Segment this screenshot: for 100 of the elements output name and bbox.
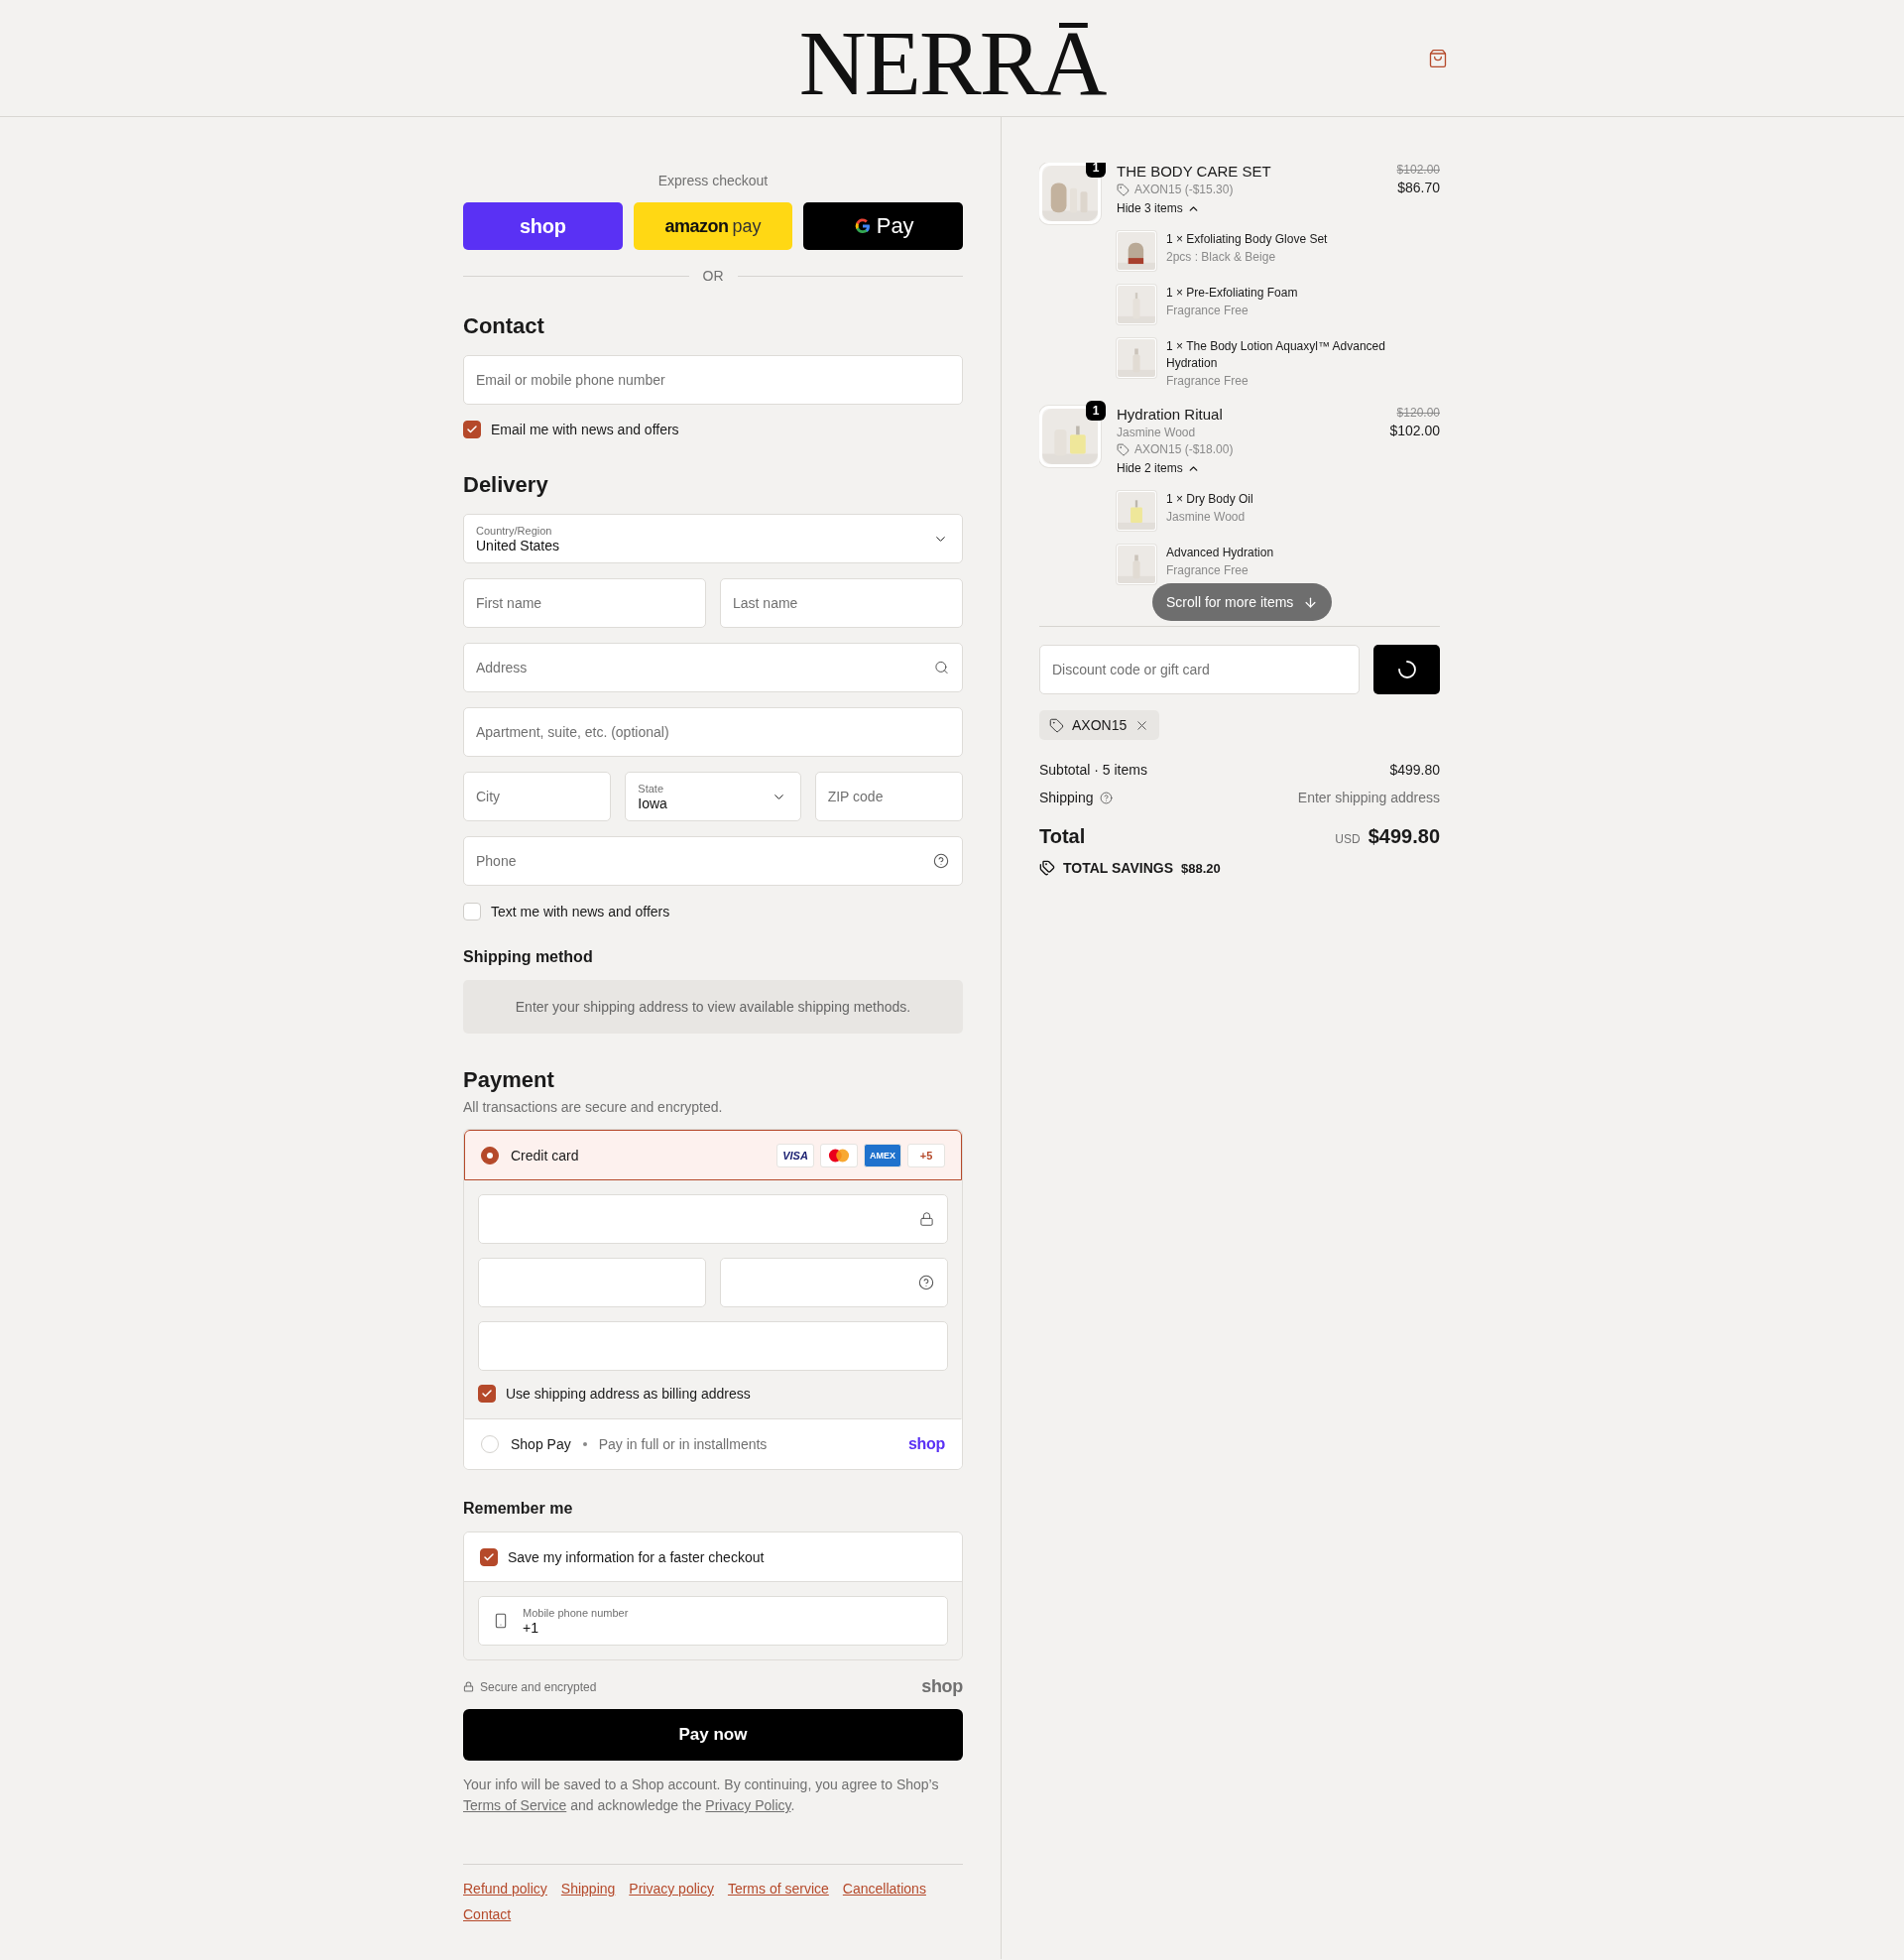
input-field[interactable]: ZIP code <box>814 772 963 821</box>
toggle-items-button[interactable]: Hide 3 items <box>1117 201 1271 215</box>
spinner-icon <box>1396 660 1417 679</box>
bundle-item-name: 1 × Dry Body Oil <box>1166 491 1253 508</box>
field-value: United States <box>476 537 561 553</box>
total-value: $499.80 <box>1368 825 1440 848</box>
product-title: Hydration Ritual <box>1117 406 1224 423</box>
checkbox[interactable] <box>480 1547 498 1566</box>
bundle-item-name: 1 × Exfoliating Body Glove Set <box>1166 231 1328 248</box>
legal-link[interactable]: Terms of Service <box>463 1797 567 1813</box>
toggle-items-button[interactable]: Hide 2 items <box>1117 461 1234 475</box>
input-field[interactable]: City <box>463 772 612 821</box>
summary-value: Enter shipping address <box>1297 790 1440 805</box>
footer-link[interactable]: Contact <box>463 1904 512 1924</box>
shop-logo: shop <box>921 1676 963 1697</box>
help-icon <box>1099 791 1113 804</box>
check-icon <box>483 1550 495 1563</box>
google-pay-button[interactable]: Pay <box>803 202 963 250</box>
price: $102.00 <box>1389 423 1440 438</box>
amazon-pay-button[interactable]: amazon pay <box>633 202 793 250</box>
select-field[interactable]: Country/Region United States <box>463 514 963 563</box>
apply-button[interactable] <box>1373 645 1440 694</box>
footer-link[interactable]: Shipping <box>560 1879 616 1899</box>
tags-icon <box>1039 860 1055 876</box>
quantity-badge: 1 <box>1086 163 1106 178</box>
input-field[interactable]: First name <box>463 578 706 628</box>
cart-button[interactable] <box>1428 48 1448 68</box>
bullet-icon <box>582 1441 587 1446</box>
help-icon <box>918 1275 934 1290</box>
section-label: Express checkout <box>656 173 770 188</box>
amex-badge: AMEX <box>864 1143 901 1167</box>
field-value: Iowa <box>638 795 668 811</box>
savings-value: $88.20 <box>1181 860 1221 876</box>
input-field[interactable]: Discount code or gift card <box>1039 645 1360 694</box>
payment-option-label: Credit card <box>511 1147 579 1164</box>
quantity-badge: 1 <box>1086 401 1106 421</box>
section-heading: Delivery <box>463 472 549 498</box>
radio-button[interactable] <box>481 1146 499 1164</box>
scroll-hint[interactable]: Scroll for more items <box>1152 583 1333 621</box>
mastercard-icon <box>820 1143 858 1167</box>
bundle-item-variant: Fragrance Free <box>1166 562 1250 579</box>
input-field[interactable]: Email or mobile phone number <box>463 355 963 405</box>
secure-label: Secure and encrypted <box>480 1679 597 1694</box>
phone-field[interactable]: Mobile phone number +1 <box>478 1596 948 1646</box>
total-label: Total <box>1039 825 1086 848</box>
input-field[interactable] <box>720 1258 948 1307</box>
help-icon <box>933 853 949 869</box>
savings-label: TOTAL SAVINGS <box>1063 860 1173 876</box>
checkbox-label: Save my information for a faster checkout <box>508 1548 765 1565</box>
legal-text: Your info will be saved to a Shop account. By continuing, you agree to Shop’s Terms of Service and acknowledge the Privacy Policy. <box>463 1776 940 1815</box>
footer-link[interactable]: Refund policy <box>463 1879 547 1899</box>
payment-option-detail: Pay in full or in installments <box>598 1435 768 1452</box>
input-field[interactable]: Apartment, suite, etc. (optional) <box>463 707 963 757</box>
input-field[interactable]: Address <box>463 643 963 692</box>
input-field[interactable]: Last name <box>720 578 963 628</box>
discount-text: AXON15 (-$15.30) <box>1134 183 1234 196</box>
checkbox-label: Use shipping address as billing address <box>506 1386 751 1402</box>
phone-icon <box>493 1613 509 1629</box>
section-heading: Shipping method <box>463 948 594 966</box>
bundle-item-name: 1 × The Body Lotion Aquaxyl™ Advanced Hydration <box>1166 338 1386 372</box>
tag-icon <box>1117 183 1130 196</box>
check-icon <box>466 424 478 435</box>
tag-icon <box>1117 442 1130 456</box>
brand-logo[interactable]: NERRĀ <box>798 7 1106 109</box>
checkbox-label: Email me with news and offers <box>491 422 679 437</box>
footer-link[interactable]: Cancellations <box>842 1879 926 1899</box>
shipping-notice: Enter your shipping address to view available shipping methods. <box>463 980 963 1034</box>
payment-option[interactable]: Credit card VISA AMEX +5 <box>464 1130 962 1180</box>
visa-badge: VISA <box>776 1143 814 1167</box>
bag-icon <box>1428 48 1448 68</box>
input-field[interactable] <box>478 1258 706 1307</box>
bundle-item-name: Advanced Hydration <box>1166 545 1274 561</box>
field-label: State <box>638 782 664 795</box>
checkbox[interactable] <box>478 1385 496 1403</box>
arrow-down-icon <box>1303 594 1319 610</box>
discount-text: AXON15 (-$18.00) <box>1134 442 1234 456</box>
compare-price: $102.00 <box>1396 163 1440 177</box>
summary-value: $499.80 <box>1389 762 1440 778</box>
footer-link[interactable]: Terms of service <box>727 1879 829 1899</box>
payment-option[interactable]: Shop Pay Pay in full or in installments shop <box>464 1418 962 1469</box>
more-cards-badge: +5 <box>907 1143 945 1167</box>
input-field[interactable] <box>478 1194 948 1244</box>
payment-option-label: Shop Pay <box>511 1435 571 1452</box>
currency-label: USD <box>1335 832 1361 846</box>
search-icon <box>934 660 949 675</box>
shop-pay-button[interactable]: shop <box>463 202 623 250</box>
pay-now-button[interactable]: Pay now <box>463 1709 963 1761</box>
bundle-item-variant: Jasmine Wood <box>1166 509 1247 526</box>
input-field[interactable] <box>478 1321 948 1371</box>
section-heading: Payment <box>463 1067 555 1093</box>
field-label: Mobile phone number <box>523 1606 630 1619</box>
bundle-item-variant: 2pcs : Black & Beige <box>1166 249 1277 266</box>
section-heading: Contact <box>463 313 545 339</box>
tag-icon <box>1049 717 1064 733</box>
bundle-item-variant: Fragrance Free <box>1166 373 1250 390</box>
checkbox[interactable] <box>463 421 481 438</box>
input-field[interactable]: Phone <box>463 836 963 886</box>
select-field[interactable]: State Iowa <box>625 772 801 821</box>
field-label: Country/Region <box>476 524 553 537</box>
footer-link[interactable]: Privacy policy <box>629 1879 714 1899</box>
